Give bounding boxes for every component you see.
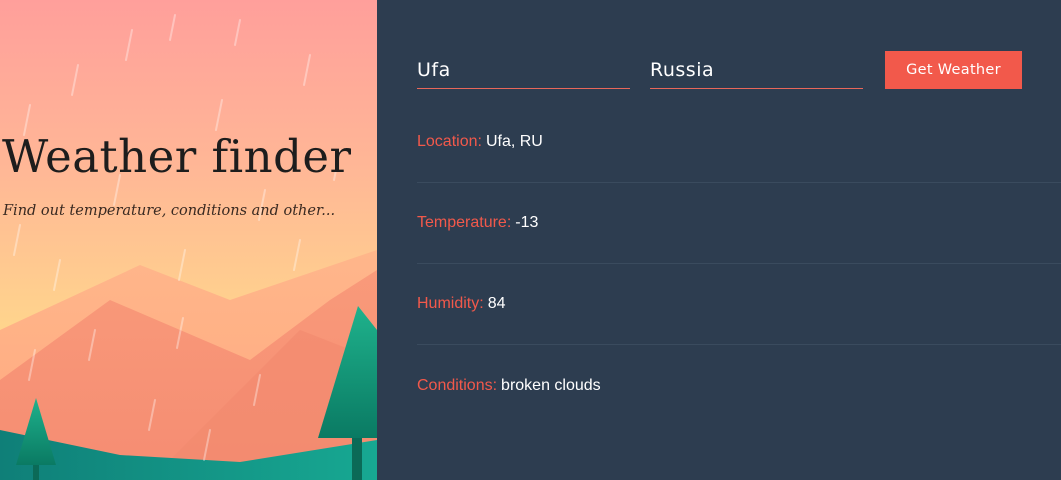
weather-results: Location: Ufa, RU Temperature: -13 Humid… xyxy=(417,102,1061,426)
conditions-row: Conditions: broken clouds xyxy=(417,345,1061,426)
app-subtitle: Find out temperature, conditions and oth… xyxy=(3,203,336,219)
conditions-value: broken clouds xyxy=(501,376,601,394)
city-input[interactable] xyxy=(417,51,630,89)
location-label: Location: xyxy=(417,133,482,150)
humidity-label: Humidity: xyxy=(417,295,484,312)
hero-panel: Weather finder Find out temperature, con… xyxy=(0,0,377,480)
weather-form: Get Weather xyxy=(417,51,1061,91)
location-row: Location: Ufa, RU xyxy=(417,102,1061,183)
temperature-row: Temperature: -13 xyxy=(417,183,1061,264)
weather-panel: Get Weather Location: Ufa, RU Temperatur… xyxy=(377,0,1061,480)
get-weather-button[interactable]: Get Weather xyxy=(885,51,1022,89)
humidity-row: Humidity: 84 xyxy=(417,264,1061,345)
temperature-value: -13 xyxy=(515,214,539,231)
temperature-label: Temperature: xyxy=(417,214,512,231)
landscape-illustration xyxy=(0,0,377,480)
weather-app: Weather finder Find out temperature, con… xyxy=(0,0,1061,480)
conditions-label: Conditions: xyxy=(417,376,498,394)
humidity-value: 84 xyxy=(487,295,506,312)
app-title: Weather finder xyxy=(2,130,352,183)
location-value: Ufa, RU xyxy=(485,133,543,150)
country-input[interactable] xyxy=(650,51,863,89)
